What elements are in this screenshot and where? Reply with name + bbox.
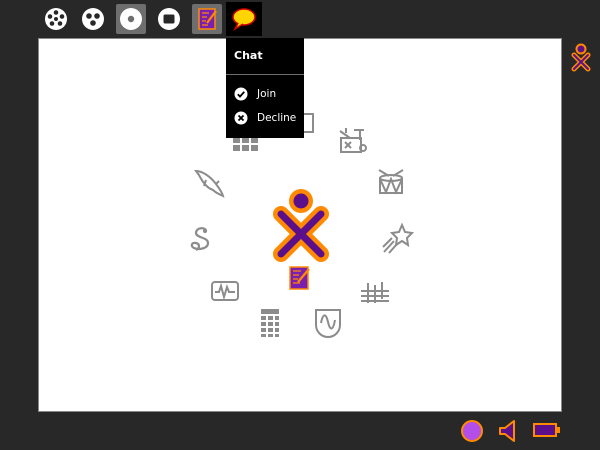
write-activity-icon xyxy=(289,266,310,290)
palette-title: Chat xyxy=(234,49,263,62)
cancel-icon xyxy=(234,111,248,125)
palette-separator xyxy=(226,74,304,75)
home-starchart-activity[interactable] xyxy=(380,221,415,255)
write-activity-button[interactable] xyxy=(192,4,222,34)
home-dolphin-activity[interactable] xyxy=(192,166,226,200)
home-pippy-activity[interactable] xyxy=(208,274,242,308)
home-button[interactable] xyxy=(116,4,146,34)
tray-buddy-color[interactable] xyxy=(460,419,484,447)
frame-buddy[interactable] xyxy=(568,42,594,76)
write-activity-icon xyxy=(198,8,217,30)
pippy-icon xyxy=(211,281,239,301)
join-menu-item[interactable]: Join xyxy=(234,84,276,104)
tamtam-edit-icon xyxy=(339,128,367,153)
neighborhood-button[interactable] xyxy=(41,4,71,34)
xo-buddy-icon xyxy=(273,189,329,262)
battery-icon xyxy=(533,423,560,437)
group-icon xyxy=(82,8,104,30)
group-button[interactable] xyxy=(78,4,108,34)
home-turtle-activity[interactable] xyxy=(184,222,218,256)
tray-speaker[interactable] xyxy=(496,419,520,447)
tamtam-synth-icon xyxy=(361,282,389,303)
home-tamtam-mini-activity[interactable] xyxy=(374,166,408,200)
activity-view-icon xyxy=(158,8,180,30)
xo-buddy-small-icon xyxy=(571,43,591,72)
tray-battery[interactable] xyxy=(532,421,562,443)
measure-icon xyxy=(315,309,341,338)
join-label: Join xyxy=(257,88,277,100)
speaker-icon xyxy=(499,420,515,442)
home-tamtam-synth-activity[interactable] xyxy=(358,273,392,307)
home-measure-activity[interactable] xyxy=(311,305,345,339)
chat-activity-icon xyxy=(232,8,256,32)
home-calculate-activity[interactable] xyxy=(253,305,287,339)
home-tamtam-edit-activity[interactable] xyxy=(336,124,370,158)
home-write-activity[interactable] xyxy=(283,262,317,296)
xo-buddy[interactable] xyxy=(267,184,335,268)
dolphin-icon xyxy=(193,169,225,198)
home-icon xyxy=(120,8,142,30)
chat-invite-palette: Chat Join Decline xyxy=(226,38,304,138)
buddy-color-icon xyxy=(461,420,483,442)
decline-label: Decline xyxy=(257,112,297,124)
activity-view-button[interactable] xyxy=(154,4,184,34)
decline-menu-item[interactable]: Decline xyxy=(234,108,296,128)
calculate-icon xyxy=(261,309,279,337)
tamtam-mini-icon xyxy=(378,169,404,195)
starchart-icon xyxy=(382,222,415,254)
checkmark-icon xyxy=(234,87,248,101)
chat-invite-button[interactable] xyxy=(226,2,262,36)
neighborhood-icon xyxy=(45,8,67,30)
turtle-icon xyxy=(190,227,210,251)
